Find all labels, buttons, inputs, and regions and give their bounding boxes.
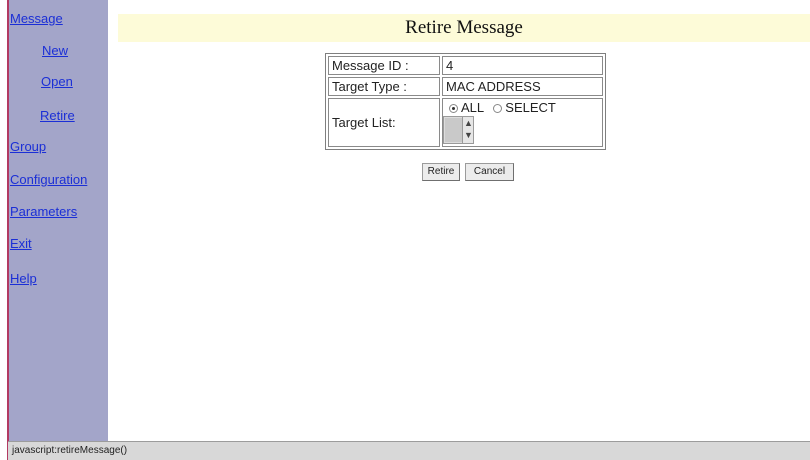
sidebar-item-message[interactable]: Message [10,11,63,26]
scroll-down-icon[interactable]: ▼ [464,130,473,141]
sidebar-item-retire[interactable]: Retire [40,108,75,123]
target-list-listbox[interactable]: ▲ ▼ [443,116,474,144]
sidebar: Message New Open Retire Group Configurat… [9,0,108,441]
target-list-label: Target List: [328,98,440,147]
message-id-label: Message ID : [328,56,440,75]
radio-all-label: ALL [461,100,484,115]
target-type-label: Target Type : [328,77,440,96]
sidebar-item-group[interactable]: Group [10,139,46,154]
sidebar-item-new[interactable]: New [42,43,68,58]
message-id-value: 4 [442,56,603,75]
cancel-button[interactable]: Cancel [465,163,514,181]
sidebar-item-help[interactable]: Help [10,271,37,286]
sidebar-item-exit[interactable]: Exit [10,236,32,251]
radio-select[interactable] [493,104,503,113]
status-text: javascript:retireMessage() [12,445,128,456]
scroll-up-icon[interactable]: ▲ [464,118,473,129]
sidebar-item-open[interactable]: Open [41,74,73,89]
target-list-radio-group: ALL SELECT [449,101,556,115]
sidebar-item-configuration[interactable]: Configuration [10,172,87,187]
radio-all[interactable] [449,104,458,113]
listbox-scrollbar[interactable]: ▲ ▼ [462,117,473,143]
status-bar: javascript:retireMessage() [8,441,810,460]
page-title-bar: Retire Message [118,14,810,42]
listbox-content [445,118,462,142]
retire-button[interactable]: Retire [422,163,460,181]
radio-select-label: SELECT [505,100,556,115]
target-type-value: MAC ADDRESS [442,77,603,96]
page-title: Retire Message [405,17,523,38]
sidebar-item-parameters[interactable]: Parameters [10,204,77,219]
